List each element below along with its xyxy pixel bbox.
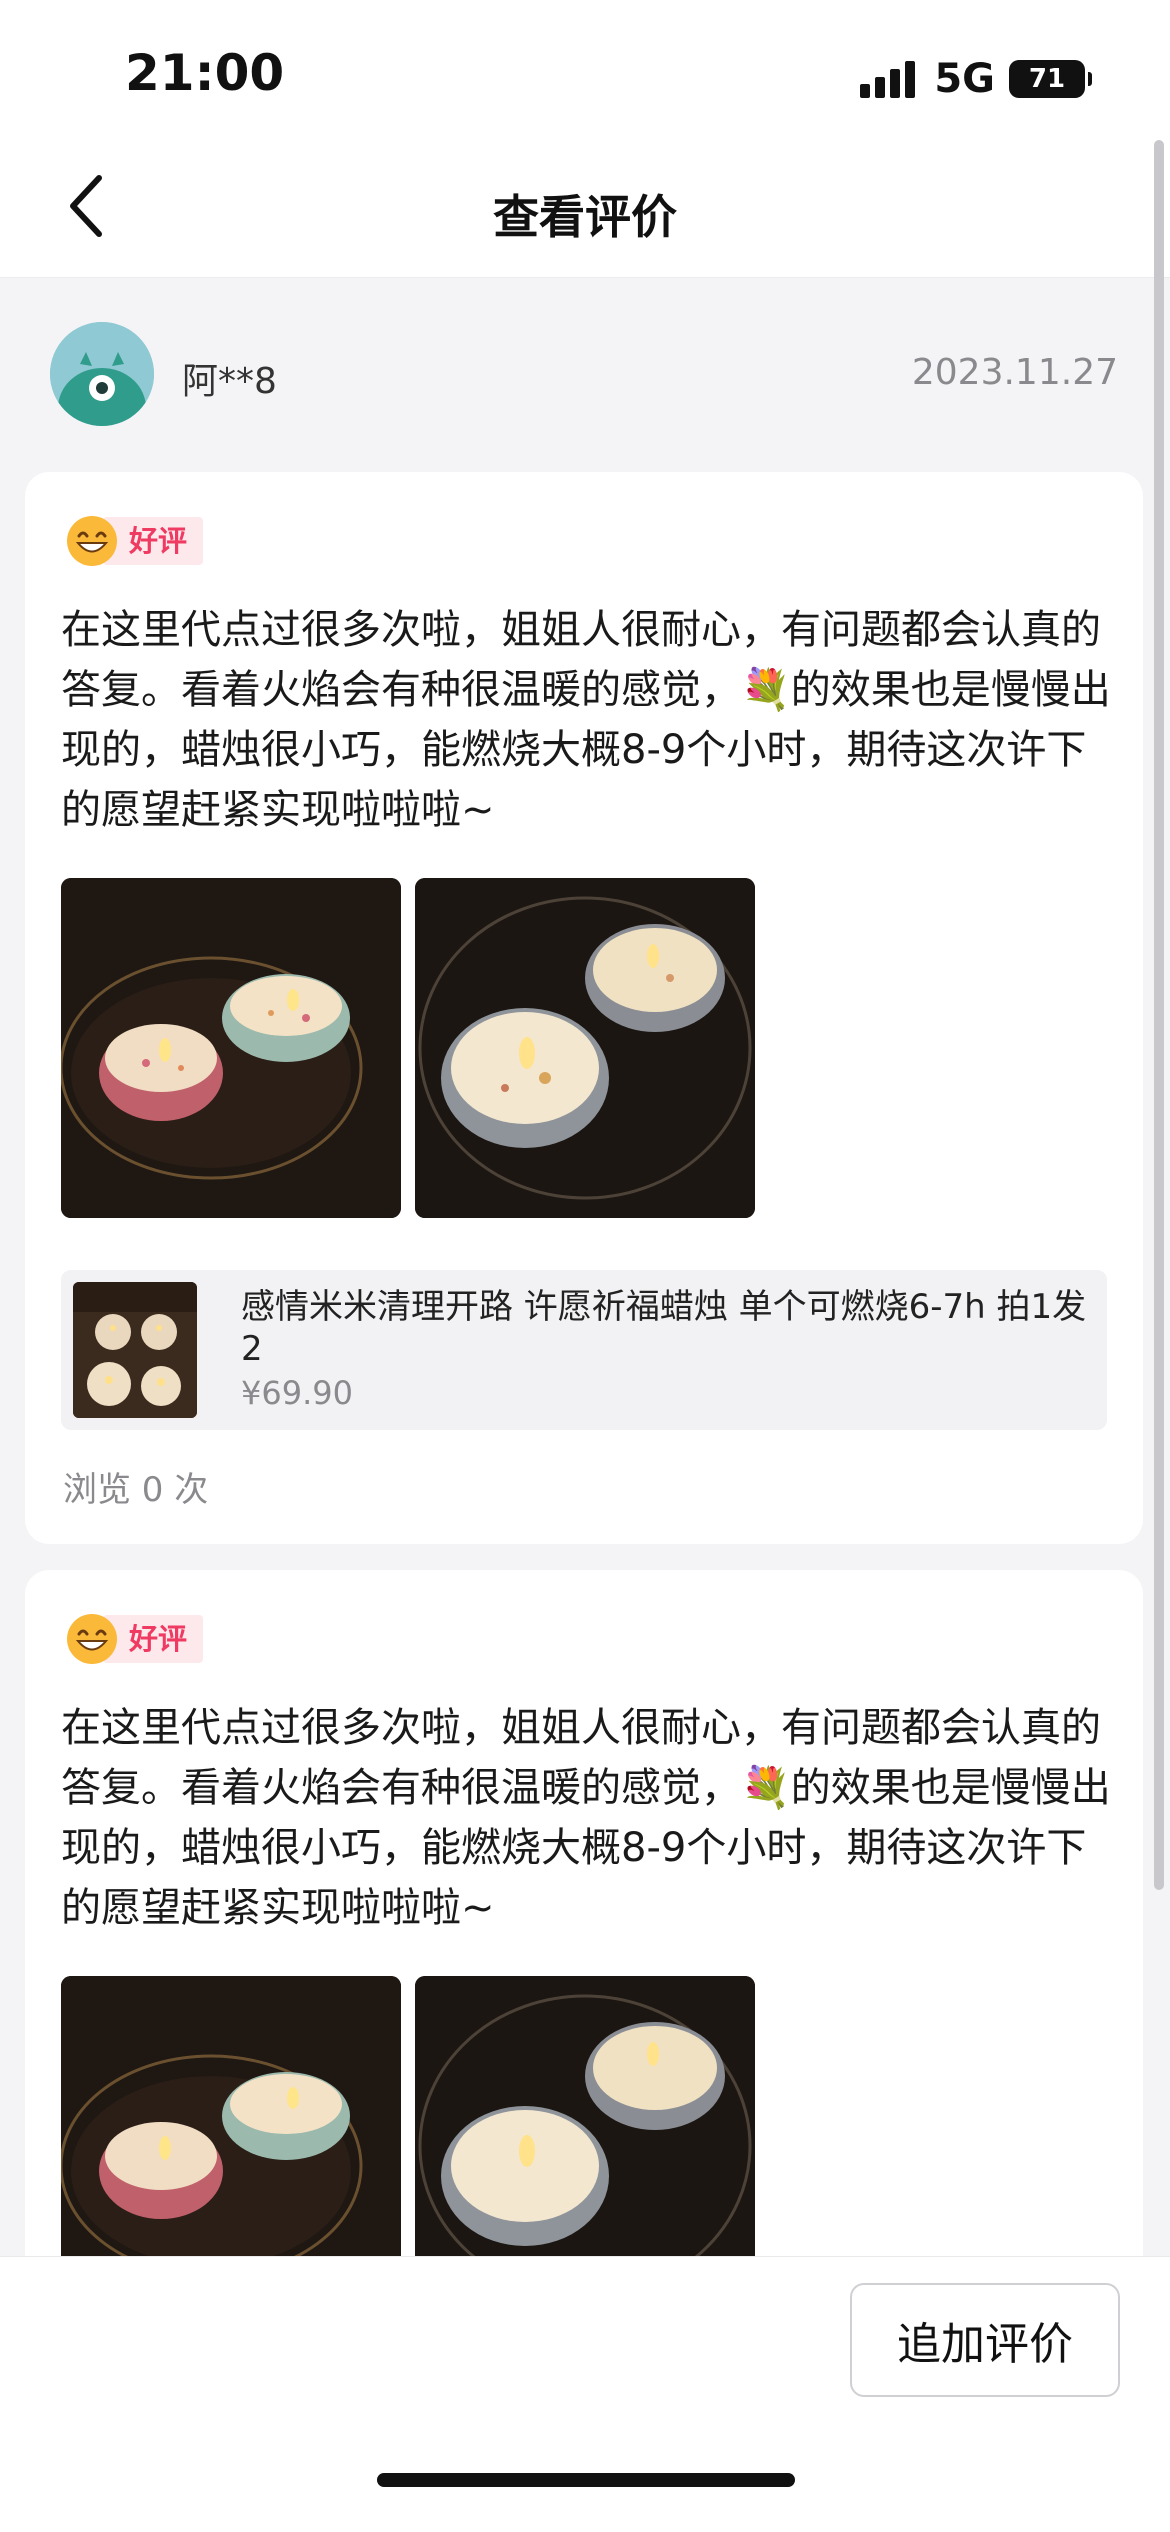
home-indicator[interactable] [377,2473,795,2487]
view-count: 浏览 0 次 [63,1470,209,1510]
battery-cap [1088,72,1092,86]
status-time: 21:00 [125,44,285,102]
nav-bar: 查看评价 [0,135,1170,278]
product-title: 感情米米清理开路 许愿祈福蜡烛 单个可燃烧6-7h 拍1发2 [241,1287,1087,1369]
review-photo[interactable] [61,878,401,1218]
add-review-button[interactable]: 追加评价 [850,2283,1120,2397]
product-price: ¥69.90 [241,1374,353,1412]
product-thumbnail [73,1282,197,1418]
review-text: 在这里代点过很多次啦，姐姐人很耐心，有问题都会认真的答复。看着火焰会有种很温暖的… [61,1705,1111,1931]
avatar[interactable] [50,322,154,426]
battery-icon: 71 [1009,60,1085,98]
review-date: 2023.11.27 [911,352,1118,393]
smile-face-icon [67,1614,117,1664]
scrollbar[interactable] [1154,140,1164,1890]
review-text: 在这里代点过很多次啦，姐姐人很耐心，有问题都会认真的答复。看着火焰会有种很温暖的… [61,607,1111,833]
product-card[interactable]: 感情米米清理开路 许愿祈福蜡烛 单个可燃烧6-7h 拍1发2 ¥69.90 [61,1270,1107,1430]
bottom-action-bar: 追加评价 [0,2256,1170,2532]
review-card: 好评 在这里代点过很多次啦，姐姐人很耐心，有问题都会认真的答复。看着火焰会有种很… [25,472,1143,1544]
reviewer-row: 阿**8 2023.11.27 [0,278,1170,458]
page-title: 查看评价 [493,190,677,244]
rating-badge: 好评 [65,1610,204,1668]
review-photo[interactable] [415,878,755,1218]
avatar-monster-icon [50,322,154,426]
review-detail-screen: 21:00 5G 71 查看评价 阿**8 2023.11.27 好评 在这里代… [0,0,1170,2532]
reviewer-name: 阿**8 [182,361,277,402]
status-indicators: 5G 71 [860,56,1092,102]
rating-badge: 好评 [65,512,204,570]
network-type: 5G [934,56,995,102]
smile-face-icon [67,516,117,566]
status-bar: 21:00 5G 71 [0,0,1170,135]
signal-icon [860,60,920,98]
